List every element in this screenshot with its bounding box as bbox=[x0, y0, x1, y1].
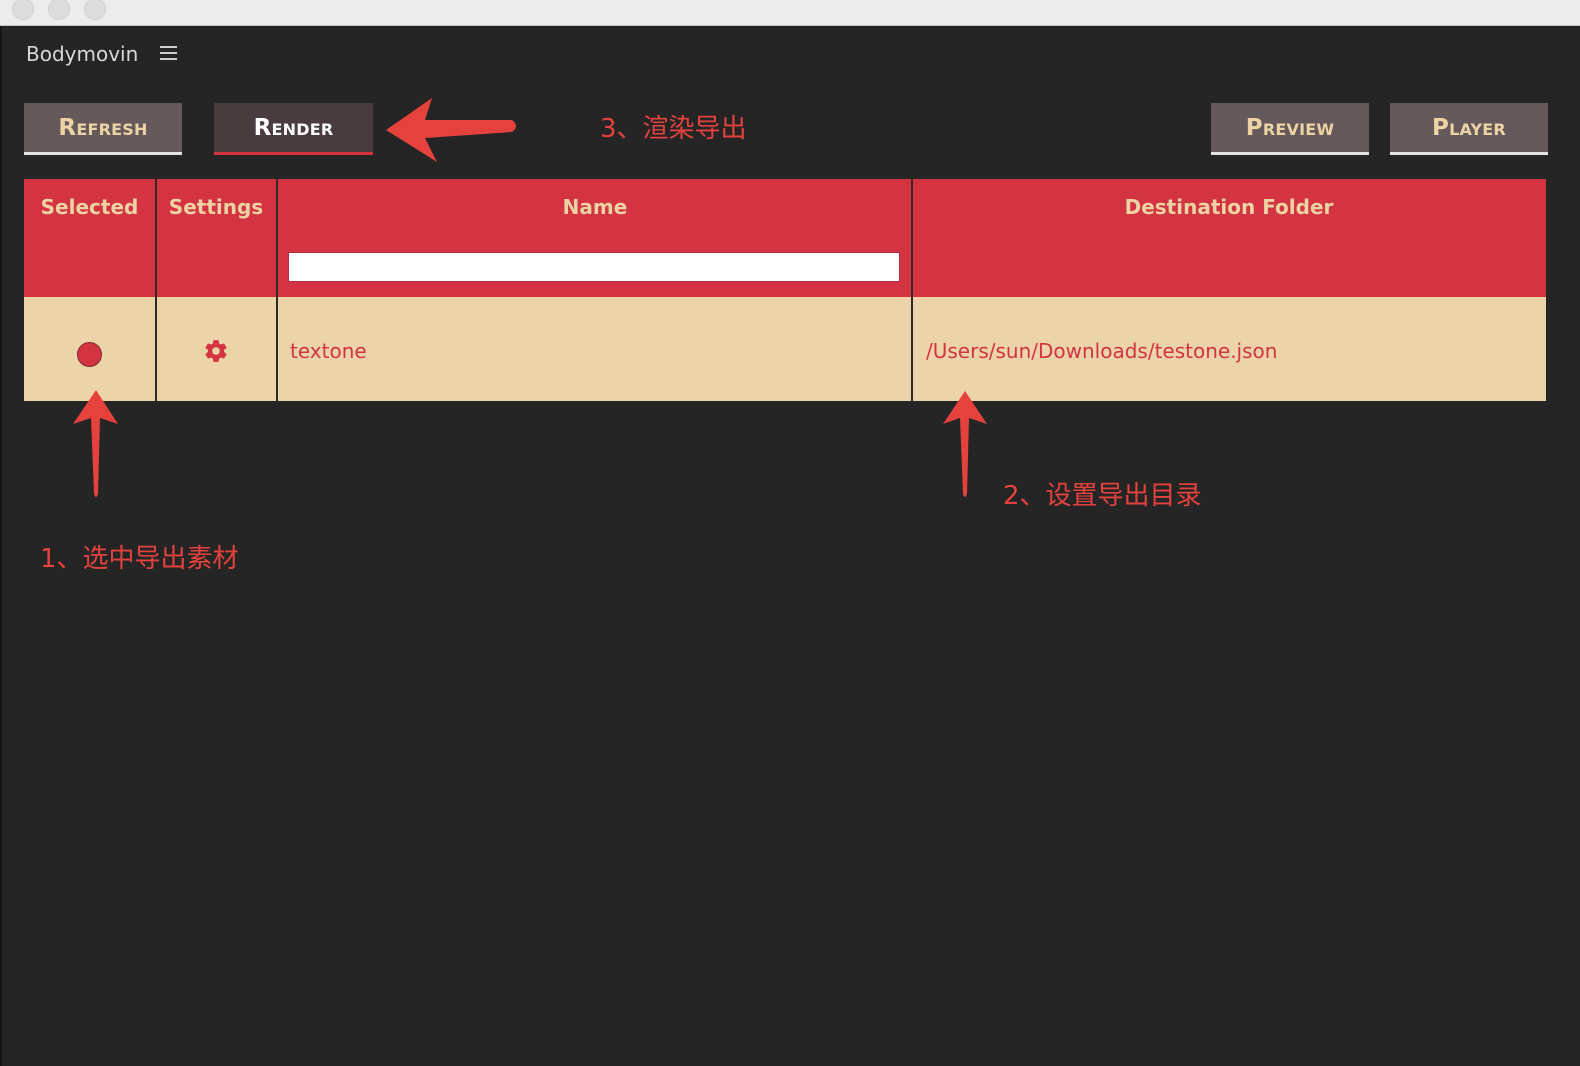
annotation-arrows bbox=[73, 98, 987, 497]
arrow-annotation-render bbox=[386, 98, 516, 162]
annotation-step2: 2、设置导出目录 bbox=[1003, 481, 1202, 511]
arrow-annotation-select bbox=[73, 390, 118, 497]
arrow-annotation-destination bbox=[943, 391, 987, 497]
annotation-step3: 3、渲染导出 bbox=[600, 114, 747, 144]
annotation-step1: 1、选中导出素材 bbox=[40, 544, 239, 574]
